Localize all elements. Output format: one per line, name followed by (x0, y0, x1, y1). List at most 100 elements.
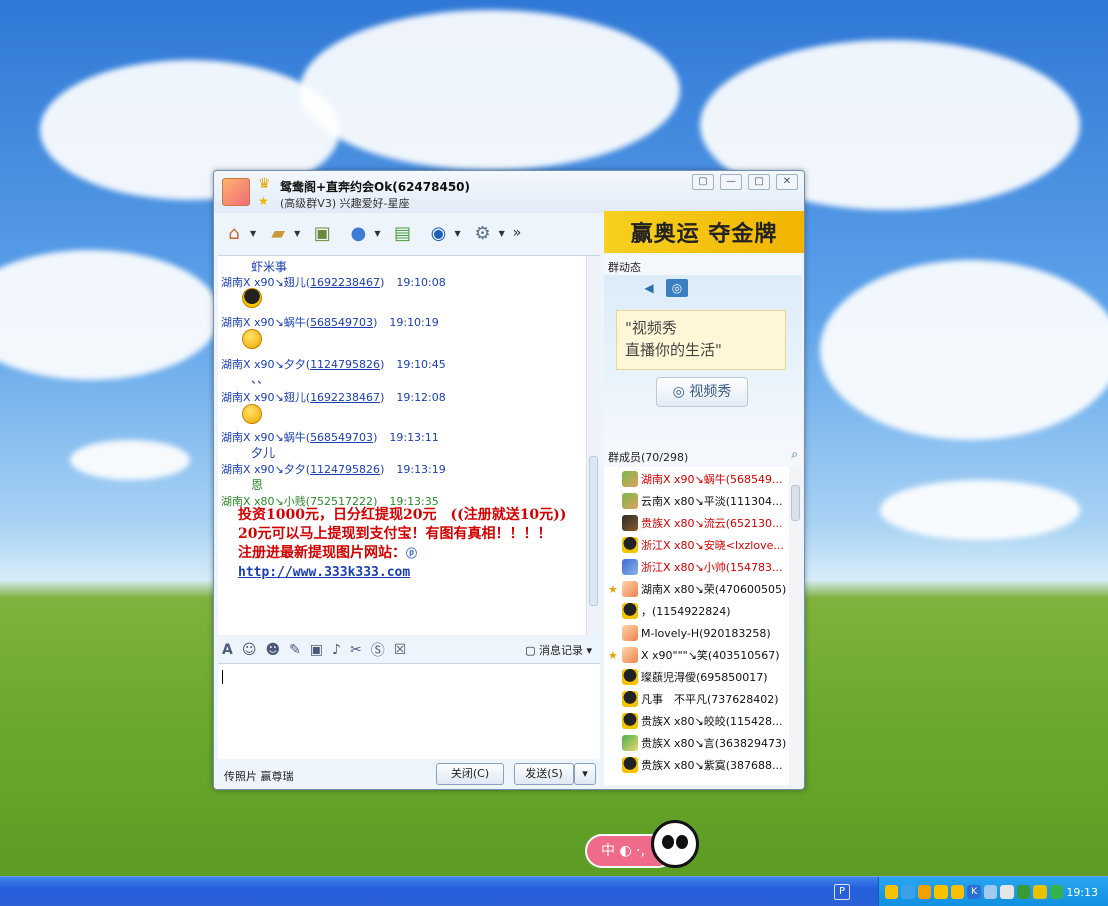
maximize-button[interactable]: □ (748, 174, 770, 190)
member-item[interactable]: 贵族X x80↘紫寞(387688... (608, 755, 783, 775)
close-button[interactable]: 关闭(C) (436, 763, 504, 785)
title-bar[interactable]: ♛ ★ 鸳鸯阁+直奔约会Ok(62478450) (高级群V3) 兴趣爱好-星座… (214, 171, 804, 213)
member-avatar (622, 647, 638, 663)
member-item[interactable]: ★ X x90"""↘笑(403510567) (608, 645, 780, 665)
face-magic-icon[interactable]: ☻ (265, 642, 280, 658)
network-icon[interactable] (983, 885, 998, 899)
sender-qq[interactable]: 1692238467 (310, 391, 380, 404)
member-item[interactable]: 璨蕻児淂僾(695850017) (608, 667, 768, 687)
volume-icon[interactable] (1000, 885, 1014, 899)
member-item[interactable]: 贵族X x80↘皎皎(115428... (608, 711, 783, 731)
crown-icon: ♛ (258, 176, 271, 192)
olympic-banner-ad[interactable]: 赢奥运 夺金牌 (604, 211, 804, 253)
skin-button[interactable]: ▢ (692, 174, 714, 190)
voice-icon[interactable]: ● (344, 219, 372, 247)
member-item[interactable]: ★ 湖南X x80↘荣(470600505) (608, 579, 786, 599)
sender-name[interactable]: 湖南X x90↘翅儿 (221, 391, 306, 404)
message-log-button[interactable]: ▢ 消息记录 ▾ (525, 642, 592, 658)
taskbar: P K 19:13 (0, 876, 1108, 906)
member-item[interactable]: ，(1154922824) (608, 601, 731, 621)
sender-qq[interactable]: 568549703 (310, 316, 373, 329)
message-log-label: 消息记录 (538, 644, 583, 657)
video-icon[interactable]: ◎ (666, 279, 688, 297)
chevron-down-icon[interactable]: ▼ (454, 229, 460, 238)
language-bar-icon[interactable]: P (834, 884, 850, 900)
scissors-icon[interactable]: ✂ (350, 642, 362, 658)
chevron-down-icon[interactable]: ▼ (374, 229, 380, 238)
sender-name[interactable]: 湖南X x90↘蜗牛 (221, 316, 306, 329)
antivirus-icon[interactable] (901, 885, 915, 899)
member-scrollbar[interactable] (789, 467, 802, 785)
search-icon[interactable]: ⌕ (791, 447, 798, 462)
member-item[interactable]: 浙江X x80↘小帅(154783... (608, 557, 783, 577)
promo-link[interactable]: 传照片 赢尊瑞 (224, 768, 294, 784)
send-button[interactable]: 发送(S) (514, 763, 574, 785)
group-notice-icon[interactable]: ▤ (388, 219, 416, 247)
member-item[interactable]: 贵族X x80↘流云(652130... (608, 513, 783, 533)
chevron-down-icon[interactable]: ▼ (294, 229, 300, 238)
spam-message-body: 投资1000元，日分红提现20元 ((注册就送10元)) 20元可以马上提现到支… (238, 506, 588, 582)
chat-history[interactable]: 虾米事 湖南X x90↘翅儿(1692238467) 19:10:08 湖南X x… (218, 255, 600, 635)
spam-link[interactable]: http://www.333k333.com (238, 565, 410, 580)
sender-qq[interactable]: 568549703 (310, 431, 373, 444)
message-body: 、、 (251, 372, 270, 386)
sender-qq[interactable]: 1124795826 (310, 463, 380, 476)
member-item[interactable]: M-lovely-H(920183258) (608, 623, 771, 643)
member-avatar (622, 603, 638, 619)
k-icon[interactable]: K (967, 885, 981, 899)
chevron-down-icon[interactable]: ▼ (499, 229, 505, 238)
member-item[interactable]: 凡事 不平凡(737628402) (608, 689, 779, 709)
dollar-icon[interactable]: Ⓢ (371, 640, 385, 660)
sender-name[interactable]: 湖南X x90↘蜗牛 (221, 431, 306, 444)
minimize-button[interactable]: — (720, 174, 742, 190)
chevron-down-icon[interactable]: ▼ (250, 229, 256, 238)
message-settings-icon[interactable]: ☒ (394, 642, 407, 658)
qq-tray-icon[interactable] (950, 885, 965, 899)
photo-album-icon[interactable]: ▣ (308, 219, 336, 247)
sender-qq[interactable]: 1124795826 (310, 358, 380, 371)
folder-share-icon[interactable]: ▰ (264, 219, 292, 247)
message-header: 湖南X x90↘蜗牛(568549703) 19:13:11 (221, 431, 439, 444)
edit-icon[interactable]: ✎ (289, 642, 301, 658)
sender-name[interactable]: 湖南X x90↘翅儿 (221, 276, 306, 289)
font-icon[interactable]: A (222, 642, 233, 658)
webcam-icon[interactable]: ◉ (424, 219, 452, 247)
member-avatar (622, 471, 638, 487)
music-icon[interactable]: ♪ (332, 642, 341, 658)
members-title: 群成员(70/298) (608, 451, 689, 464)
member-item[interactable]: 浙江X x80↘安晓<lxzlove... (608, 535, 784, 555)
member-avatar (622, 625, 638, 641)
message-input[interactable] (218, 663, 600, 759)
member-list[interactable]: 湖南X x90↘蜗牛(568549... 云南X x80↘平淡(111304...… (604, 467, 802, 785)
qq-tray-icon[interactable] (934, 885, 948, 899)
image-icon[interactable]: ▣ (310, 642, 323, 658)
more-chevron-icon[interactable]: » (513, 225, 522, 241)
member-item[interactable]: 湖南X x90↘蜗牛(568549... (608, 469, 783, 489)
video-show-label: 视频秀 (689, 384, 732, 400)
member-name: 贵族X x80↘紫寞(387688... (641, 759, 783, 772)
scrollbar-thumb[interactable] (589, 456, 598, 606)
close-window-button[interactable]: ✕ (776, 174, 798, 190)
sender-qq[interactable]: 1692238467 (310, 276, 380, 289)
smiley-icon[interactable]: ☺ (242, 642, 257, 658)
member-name: ，(1154922824) (641, 605, 731, 618)
qq-tray-icon[interactable] (885, 885, 899, 899)
gear-icon[interactable]: ⚙ (469, 219, 497, 247)
security-icon[interactable] (1033, 885, 1047, 899)
video-show-button[interactable]: ◎ 视频秀 (656, 377, 748, 407)
group-avatar[interactable] (222, 178, 250, 206)
update-icon[interactable] (1016, 885, 1031, 899)
cloud (0, 250, 220, 380)
member-item[interactable]: 云南X x80↘平淡(111304... (608, 491, 783, 511)
ime-toolbar[interactable]: 中 ◐ ·, (585, 820, 701, 872)
home-icon[interactable]: ⌂ (220, 219, 248, 247)
send-options-chevron-icon[interactable]: ▾ (574, 763, 596, 785)
shield-icon[interactable] (917, 885, 932, 899)
sender-name[interactable]: 湖南X x90↘夕夕 (221, 463, 306, 476)
ime-label: 中 (601, 843, 615, 859)
scrollbar-thumb[interactable] (791, 485, 800, 521)
speaker-icon[interactable]: ◀ (638, 279, 660, 297)
shield-green-icon[interactable] (1049, 885, 1064, 899)
member-item[interactable]: 贵族X x80↘言(363829473) (608, 733, 786, 753)
chat-scrollbar[interactable] (586, 256, 600, 635)
